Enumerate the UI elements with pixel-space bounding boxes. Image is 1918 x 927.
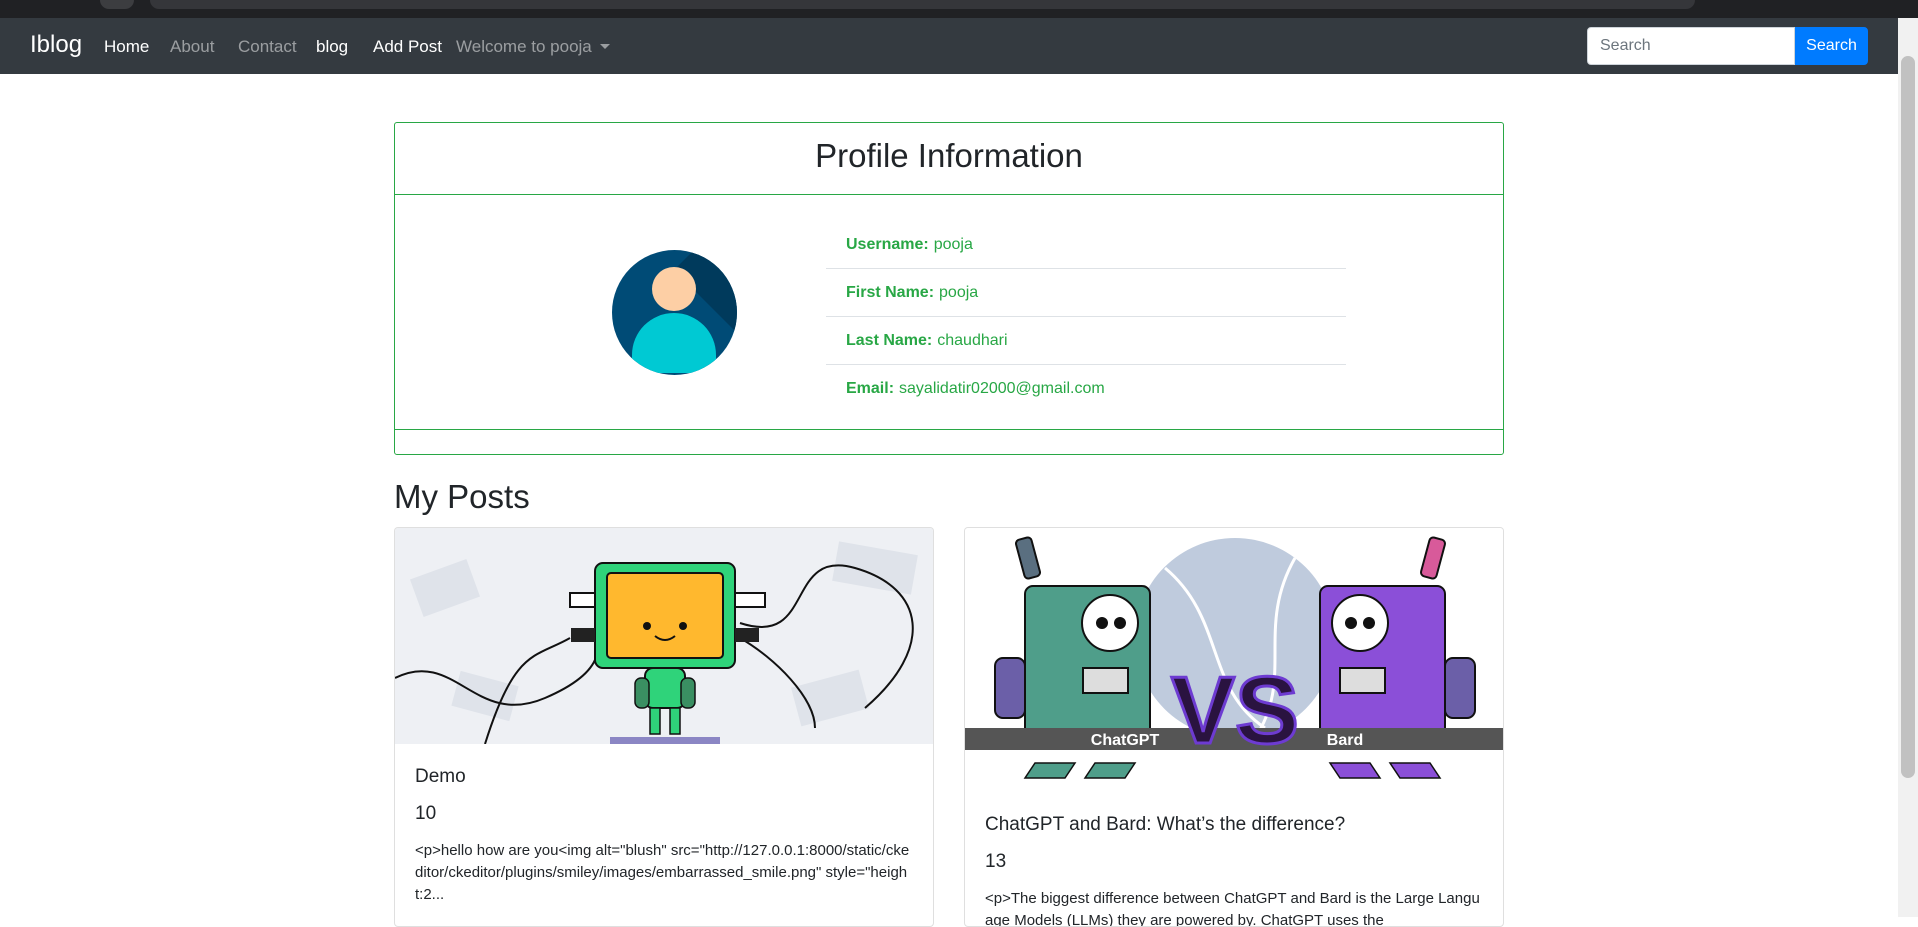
- username-label: Username:: [846, 236, 929, 253]
- my-posts-heading: My Posts: [394, 478, 530, 515]
- nav-link-add-post[interactable]: Add Post: [373, 37, 442, 57]
- profile-title: Profile Information: [815, 137, 1083, 174]
- user-dropdown[interactable]: Welcome to pooja: [456, 37, 610, 57]
- avatar-head: [652, 267, 696, 311]
- caret-down-icon: [599, 44, 610, 49]
- chatgpt-vs-bard-robots-illustration: ChatGPT VS Bard: [965, 528, 1503, 793]
- search-button[interactable]: Search: [1795, 27, 1868, 65]
- post-card[interactable]: Demo 10 <p>hello how are you<img alt="bl…: [394, 527, 934, 927]
- profile-info-list: Username: pooja First Name: pooja Last Nam…: [826, 221, 1346, 413]
- profile-row-email: Email: sayalidatir02000@gmail.com: [826, 365, 1346, 413]
- post-title[interactable]: ChatGPT and Bard: What’s the difference?: [985, 814, 1345, 836]
- profile-card-header: Profile Information: [395, 123, 1503, 195]
- first-name-value: pooja: [939, 284, 979, 301]
- user-dropdown-label: Welcome to pooja: [456, 37, 592, 56]
- profile-card: Profile Information Username: pooja First…: [394, 122, 1504, 455]
- post-number: 10: [415, 803, 437, 824]
- vs-image-label: VS: [1171, 657, 1299, 764]
- post-card[interactable]: ChatGPT VS Bard ChatGPT and Bard: What’s…: [964, 527, 1504, 927]
- bard-image-label: Bard: [1327, 732, 1363, 749]
- browser-button[interactable]: [100, 0, 134, 9]
- avatar-body: [632, 313, 716, 373]
- profile-row-username: Username: pooja: [826, 221, 1346, 269]
- last-name-value: chaudhari: [937, 332, 1008, 349]
- search-input[interactable]: [1587, 27, 1795, 65]
- chatgpt-image-label: ChatGPT: [1091, 732, 1160, 749]
- email-label: Email:: [846, 380, 895, 397]
- browser-address-bar[interactable]: [150, 0, 1695, 9]
- nav-link-home[interactable]: Home: [104, 37, 149, 57]
- nav-link-contact[interactable]: Contact: [238, 37, 297, 57]
- avatar: [612, 250, 737, 375]
- email-value: sayalidatir02000@gmail.com: [899, 380, 1105, 397]
- robot-computer-illustration: [395, 528, 933, 744]
- post-title[interactable]: Demo: [415, 766, 466, 788]
- username-value: pooja: [933, 236, 973, 253]
- navbar: Iblog Home About Contact blog Add Post W…: [0, 18, 1898, 74]
- navbar-brand[interactable]: Iblog: [30, 31, 82, 59]
- page-scrollbar[interactable]: [1898, 18, 1918, 917]
- scrollbar-thumb[interactable]: [1901, 56, 1915, 778]
- profile-row-last-name: Last Name: chaudhari: [826, 317, 1346, 365]
- post-excerpt: <p>The biggest difference between ChatGP…: [985, 890, 1480, 927]
- post-number: 13: [985, 851, 1007, 872]
- post-excerpt: <p>hello how are you<img alt="blush" src…: [415, 842, 910, 903]
- profile-card-footer-divider: [395, 429, 1503, 430]
- last-name-label: Last Name:: [846, 332, 933, 349]
- profile-row-first-name: First Name: pooja: [826, 269, 1346, 317]
- browser-top-bar: [0, 0, 1918, 18]
- nav-link-about[interactable]: About: [170, 37, 214, 57]
- first-name-label: First Name:: [846, 284, 935, 301]
- nav-link-blog[interactable]: blog: [316, 37, 348, 57]
